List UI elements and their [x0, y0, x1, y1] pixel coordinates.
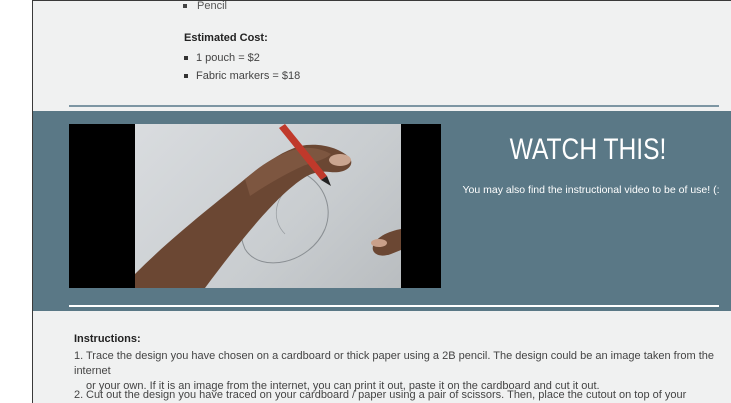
- cost-list: 1 pouch = $2 Fabric markers = $18: [184, 49, 300, 85]
- video-player[interactable]: [69, 124, 441, 288]
- bullet-icon: [183, 4, 187, 9]
- cost-item-label: 1 pouch = $2: [196, 52, 260, 64]
- bullet-icon: [184, 56, 188, 60]
- page-content: Pencil Estimated Cost: 1 pouch = $2 Fabr…: [32, 0, 731, 403]
- instructions-section: Instructions: 1. Trace the design you hav…: [33, 311, 731, 403]
- section-divider: [69, 105, 719, 107]
- video-band: WATCH THIS! You may also find the instru…: [33, 111, 731, 311]
- materials-section: Pencil Estimated Cost: 1 pouch = $2 Fabr…: [33, 1, 731, 111]
- video-frame: [135, 124, 401, 288]
- section-subtitle: You may also find the instructional vide…: [462, 184, 720, 196]
- video-thumbnail-illustration: [135, 124, 401, 288]
- list-item: 1 pouch = $2: [184, 49, 300, 67]
- materials-list-item: Pencil: [183, 1, 227, 9]
- section-title: WATCH THIS!: [509, 133, 667, 166]
- instruction-step: 2. Cut out the design you have traced on …: [74, 388, 724, 403]
- section-divider: [69, 305, 719, 307]
- step-text-line: Cut out the design you have traced on yo…: [86, 389, 687, 401]
- step-number: 1.: [74, 350, 84, 362]
- step-text-line: Trace the design you have chosen on a ca…: [74, 350, 715, 377]
- list-item: Fabric markers = $18: [184, 67, 300, 85]
- step-number: 2.: [74, 389, 84, 401]
- cost-item-label: Fabric markers = $18: [196, 70, 301, 82]
- materials-item-label: Pencil: [197, 1, 227, 9]
- bullet-icon: [184, 74, 188, 78]
- instructions-heading: Instructions:: [74, 333, 141, 345]
- estimated-cost-heading: Estimated Cost:: [184, 32, 268, 44]
